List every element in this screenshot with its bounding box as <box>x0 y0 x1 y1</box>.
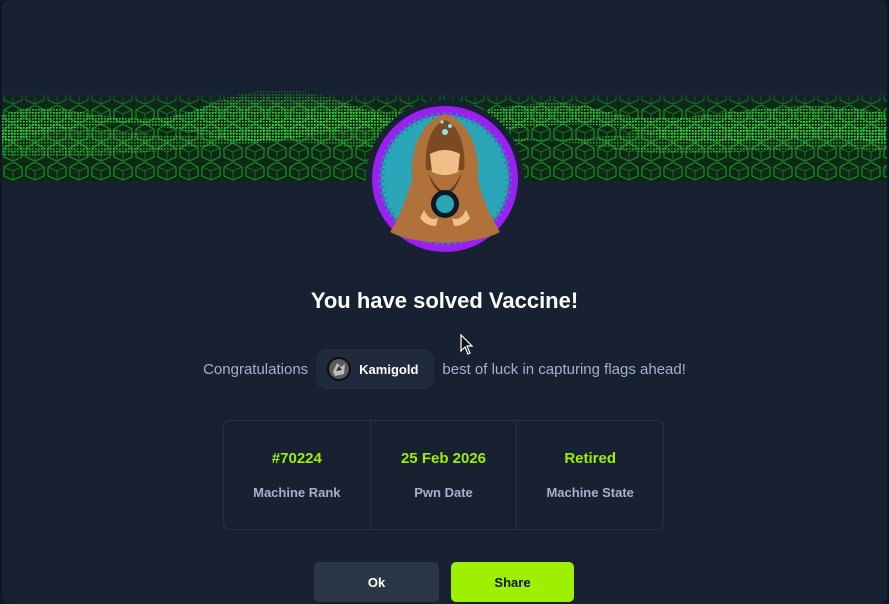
stat-label: Machine Rank <box>253 485 341 500</box>
stat-value: #70224 <box>271 450 322 467</box>
stat-machine-state: Retired Machine State <box>517 421 663 529</box>
congrats-prefix: Congratulations <box>203 360 309 378</box>
congrats-line: Congratulations Kamigold best of luck in… <box>2 349 887 389</box>
stat-value: 25 Feb 2026 <box>400 450 487 467</box>
share-button[interactable]: Share <box>451 562 574 602</box>
stat-label: Machine State <box>546 485 634 500</box>
hooded-figure-avatar-icon <box>372 106 518 252</box>
congrats-suffix: best of luck in capturing flags ahead! <box>442 360 686 378</box>
stats-panel: #70224 Machine Rank 25 Feb 2026 Pwn Date… <box>223 420 664 530</box>
dialog-title: You have solved Vaccine! <box>310 288 579 313</box>
mouse-pointer-icon <box>460 334 474 355</box>
solved-dialog: You have solved Vaccine! Congratulations… <box>2 0 887 604</box>
stat-machine-rank: #70224 Machine Rank <box>224 421 371 529</box>
machine-avatar-ring <box>366 100 524 258</box>
stat-pwn-date: 25 Feb 2026 Pwn Date <box>371 421 518 529</box>
stat-value: Retired <box>564 450 617 467</box>
user-chip[interactable]: Kamigold <box>316 349 435 389</box>
username: Kamigold <box>359 361 419 377</box>
user-avatar-icon <box>327 357 352 381</box>
stat-label: Pwn Date <box>414 485 473 500</box>
ok-button[interactable]: Ok <box>314 562 439 602</box>
